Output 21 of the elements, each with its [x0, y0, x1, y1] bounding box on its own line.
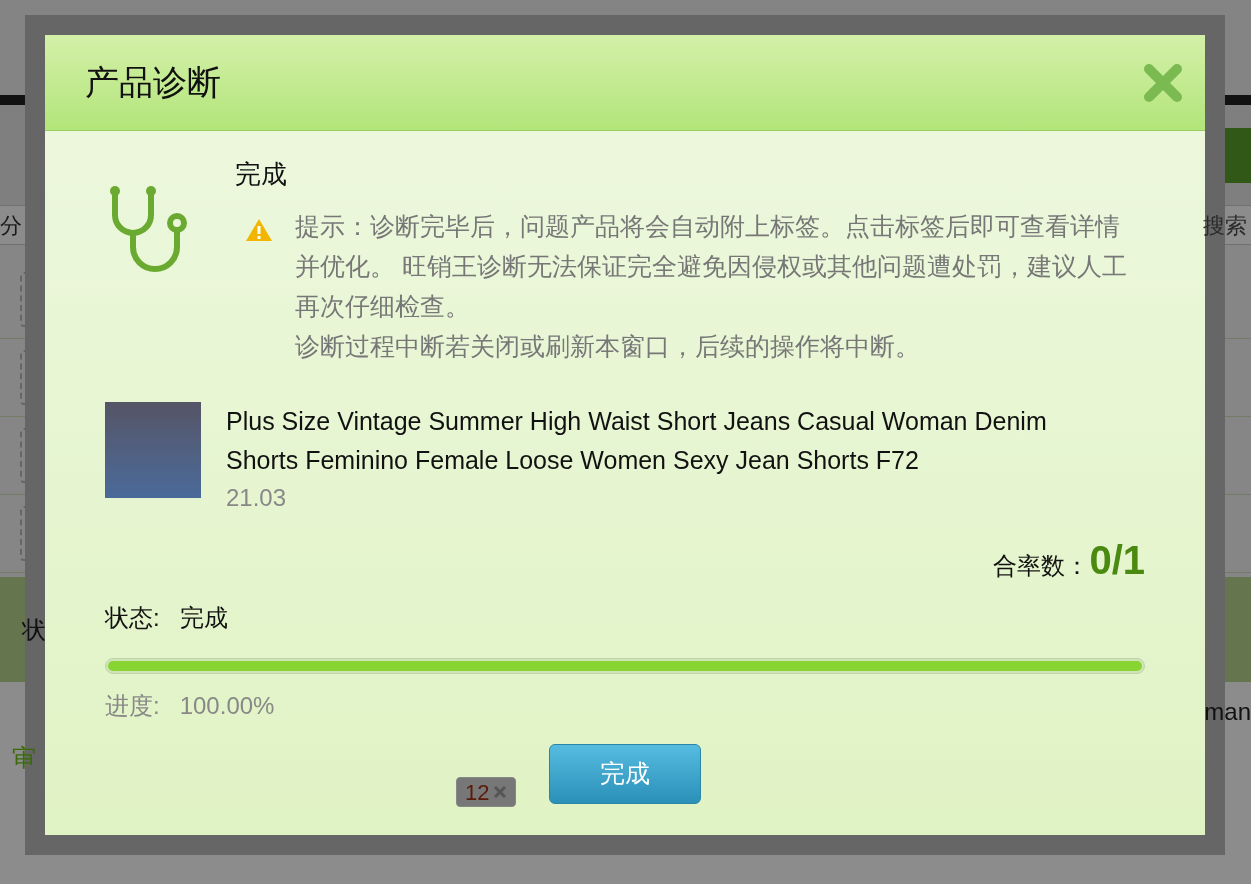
dialog-title: 产品诊断 [85, 62, 221, 103]
status-heading: 完成 [235, 158, 288, 191]
status-label: 状态: [105, 603, 160, 633]
row-text: man [1204, 697, 1251, 727]
warning-icon [245, 218, 273, 242]
notice-text: 提示：诊断完毕后，问题产品将会自动附上标签。点击标签后即可查看详情并优化。 旺销王诊断无法保证完全避免因侵权或其他问题遭处罚，建议人工再次仔细检查。 [295, 211, 1128, 322]
row-label: 审 [12, 743, 36, 773]
search-field[interactable]: 分 [0, 206, 24, 244]
progress-value: 100.00% [179, 691, 275, 721]
notice-text: 诊断过程中断若关闭或刷新本窗口，后续的操作将中断。 [295, 331, 921, 362]
close-icon[interactable] [493, 785, 508, 799]
product-title: Plus Size Vintage Summer High Waist Short Jeans Casual Woman Denim Shorts Feminino Female Loose Women Sexy Jean Shorts F72 [226, 406, 1048, 476]
product-price: 21.03 [226, 483, 288, 513]
pass-value: 0/1 [1089, 537, 1145, 584]
header-text: 状 [22, 614, 46, 645]
tag-text: 12 [465, 778, 490, 807]
close-icon[interactable] [1143, 62, 1183, 103]
done-button[interactable]: 完成 [549, 744, 701, 804]
progress-label: 进度: [105, 691, 160, 721]
pass-label: 合率数： [993, 551, 1090, 581]
status-value: 完成 [179, 603, 228, 633]
